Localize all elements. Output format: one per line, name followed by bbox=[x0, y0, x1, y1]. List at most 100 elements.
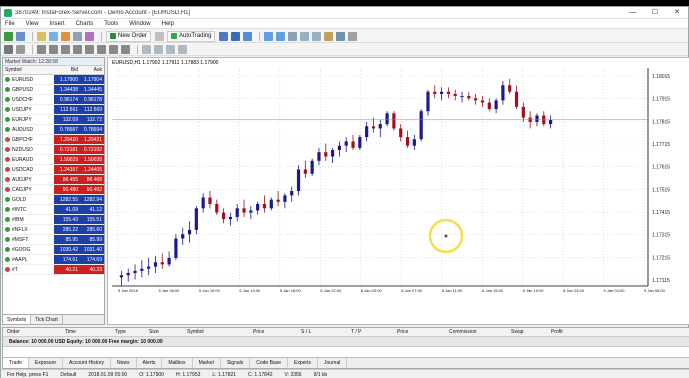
market-watch-row[interactable]: EURJPY 132.69 132.72 bbox=[3, 115, 104, 125]
market-watch-row[interactable]: #MSFT 85.95 85.99 bbox=[3, 235, 104, 245]
m15-period-icon[interactable] bbox=[166, 44, 175, 54]
trendline-icon[interactable] bbox=[61, 44, 70, 54]
column-header[interactable]: Time bbox=[61, 328, 111, 336]
new-chart-icon[interactable] bbox=[4, 31, 13, 41]
market-watch-icon[interactable] bbox=[37, 31, 46, 41]
terminal-tab[interactable]: Signals bbox=[221, 358, 251, 368]
cursor-icon[interactable] bbox=[4, 44, 13, 54]
market-watch-row[interactable]: CADJPY 90.480 90.492 bbox=[3, 185, 104, 195]
column-header[interactable]: Commission bbox=[445, 328, 507, 336]
zoom-in-icon[interactable] bbox=[264, 31, 274, 41]
terminal-tab[interactable]: Code Base bbox=[250, 358, 288, 368]
market-watch-row[interactable]: GBPCHF 1.29420 1.29431 bbox=[3, 135, 104, 145]
column-header[interactable]: S / L bbox=[297, 328, 347, 336]
line-chart-icon[interactable] bbox=[243, 31, 253, 41]
terminal-tab[interactable]: Trade bbox=[3, 358, 29, 368]
price-chart[interactable]: 1.18015 1.17915 1.17815 1.17715 1.17615 1.175… bbox=[107, 57, 689, 325]
templates-icon[interactable] bbox=[348, 31, 358, 41]
market-watch-row[interactable]: GBPUSD 1.34438 1.34445 bbox=[3, 85, 104, 95]
market-watch-row[interactable]: EURAUD 1.50029 1.50038 bbox=[3, 155, 104, 165]
symbol-cell: EURUSD bbox=[3, 75, 54, 84]
minimize-button[interactable]: — bbox=[622, 7, 644, 19]
market-watch-row[interactable]: NZDUSD 0.72181 0.72192 bbox=[3, 145, 104, 155]
horizontal-line-icon[interactable] bbox=[49, 44, 58, 54]
market-watch-row[interactable]: #T 40.21 40.23 bbox=[3, 265, 104, 275]
column-header[interactable]: Profit bbox=[547, 328, 587, 336]
periods-icon[interactable] bbox=[336, 31, 346, 41]
terminal-tab[interactable]: Experts bbox=[288, 358, 318, 368]
channel-icon[interactable] bbox=[73, 44, 82, 54]
terminal-tab[interactable]: Alerts bbox=[137, 358, 163, 368]
market-watch-row[interactable]: GOLD 1282.55 1282.94 bbox=[3, 195, 104, 205]
menu-file[interactable]: File bbox=[5, 21, 15, 27]
market-watch-row[interactable]: USDCAD 1.24397 1.24405 bbox=[3, 165, 104, 175]
menu-charts[interactable]: Charts bbox=[76, 21, 94, 27]
market-watch-row[interactable]: #GOOG 1030.42 1031.40 bbox=[3, 245, 104, 255]
label-tool-icon[interactable] bbox=[109, 44, 118, 54]
metaeditor-icon[interactable] bbox=[155, 31, 165, 41]
menu-tools[interactable]: Tools bbox=[104, 21, 118, 27]
column-header[interactable]: Price bbox=[249, 328, 297, 336]
profiles-icon[interactable] bbox=[16, 31, 25, 41]
chart-shift-icon[interactable] bbox=[300, 31, 310, 41]
ask-column-header[interactable]: Ask bbox=[80, 66, 104, 74]
terminal-tab[interactable]: Journal bbox=[318, 358, 348, 368]
tab-symbols[interactable]: Symbols bbox=[3, 315, 32, 324]
menu-help[interactable]: Help bbox=[162, 21, 174, 27]
symbol-column-header[interactable]: Symbol bbox=[3, 66, 54, 74]
text-tool-icon[interactable] bbox=[97, 44, 106, 54]
maximize-button[interactable]: ☐ bbox=[644, 7, 666, 19]
column-header[interactable]: Symbol bbox=[183, 328, 249, 336]
market-watch-row[interactable]: #IBM 155.43 155.51 bbox=[3, 215, 104, 225]
zoom-out-icon[interactable] bbox=[276, 31, 286, 41]
terminal-tab[interactable]: Market bbox=[193, 358, 221, 368]
candlestick-icon[interactable] bbox=[231, 31, 241, 41]
market-watch-row[interactable]: AUDUSD 0.78587 0.78594 bbox=[3, 125, 104, 135]
terminal-tab[interactable]: Mailbox bbox=[162, 358, 193, 368]
column-header[interactable]: Price bbox=[393, 328, 445, 336]
h1-period-icon[interactable] bbox=[178, 44, 187, 54]
column-header[interactable]: Swap bbox=[507, 328, 547, 336]
navigator-icon[interactable] bbox=[61, 31, 70, 41]
market-watch-row[interactable]: USDCHF 0.96174 0.96178 bbox=[3, 95, 104, 105]
market-watch-row[interactable]: EURUSD 1.17900 1.17904 bbox=[3, 75, 104, 85]
indicators-icon[interactable] bbox=[324, 31, 334, 41]
bid-column-header[interactable]: Bid bbox=[54, 66, 80, 74]
strategy-tester-icon[interactable] bbox=[85, 31, 94, 41]
terminal-icon[interactable] bbox=[73, 31, 82, 41]
symbol-status-icon bbox=[5, 97, 10, 102]
bar-chart-icon[interactable] bbox=[219, 31, 229, 41]
auto-trading-button[interactable]: AutoTrading bbox=[167, 30, 216, 42]
m1-period-icon[interactable] bbox=[142, 44, 151, 54]
market-watch-row[interactable]: AUDJPY 88.455 88.468 bbox=[3, 175, 104, 185]
market-watch-row[interactable]: #AAPL 174.61 174.69 bbox=[3, 255, 104, 265]
column-header[interactable]: Type bbox=[111, 328, 145, 336]
crosshair-icon[interactable] bbox=[16, 44, 25, 54]
terminal-tab[interactable]: Account History bbox=[63, 358, 112, 368]
new-order-button[interactable]: New Order bbox=[106, 30, 152, 42]
menu-view[interactable]: View bbox=[26, 21, 39, 27]
column-header[interactable]: T / P bbox=[347, 328, 393, 336]
autoscroll-icon[interactable] bbox=[312, 31, 322, 41]
market-watch-row[interactable]: #INTC 41.09 41.12 bbox=[3, 205, 104, 215]
column-header[interactable]: Order bbox=[3, 328, 61, 336]
symbol-cell: GBPUSD bbox=[3, 85, 54, 94]
tile-windows-icon[interactable] bbox=[288, 31, 298, 41]
market-watch-row[interactable]: #NFLX 285.22 285.60 bbox=[3, 225, 104, 235]
title-bar: 3870249: InstaForex-Server.com - Demo Ac… bbox=[1, 7, 688, 19]
menu-insert[interactable]: Insert bbox=[50, 21, 65, 27]
market-watch-row[interactable]: USDJPY 112.561 112.569 bbox=[3, 105, 104, 115]
m5-period-icon[interactable] bbox=[154, 44, 163, 54]
chart-canvas[interactable]: 1.18015 1.17915 1.17815 1.17715 1.17615 1.175… bbox=[108, 58, 689, 326]
column-header[interactable]: Size bbox=[145, 328, 183, 336]
candle-body bbox=[256, 203, 260, 211]
tab-tick-chart[interactable]: Tick Chart bbox=[31, 315, 63, 324]
menu-window[interactable]: Window bbox=[129, 21, 150, 27]
vertical-line-icon[interactable] bbox=[37, 44, 46, 54]
terminal-tab[interactable]: News bbox=[111, 358, 137, 368]
data-window-icon[interactable] bbox=[49, 31, 58, 41]
terminal-tab[interactable]: Exposure bbox=[29, 358, 64, 368]
close-button[interactable]: ✕ bbox=[666, 7, 688, 19]
fibonacci-icon[interactable] bbox=[85, 44, 94, 54]
arrows-icon[interactable] bbox=[121, 44, 130, 54]
